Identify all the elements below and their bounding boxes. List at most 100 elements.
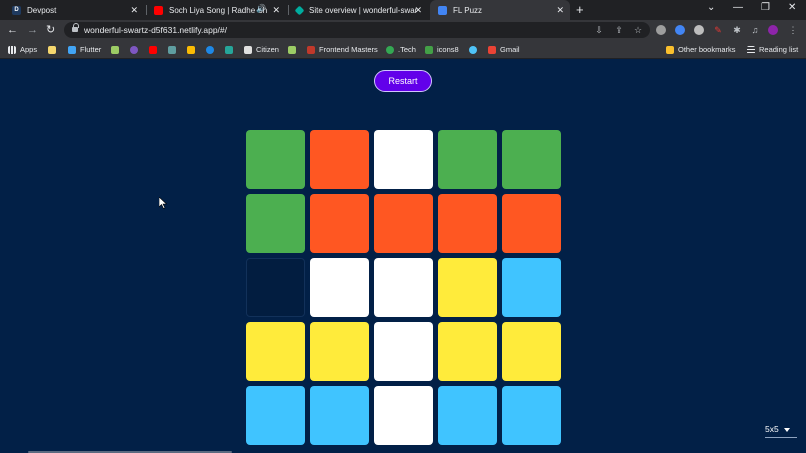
tab-soch-liya[interactable]: Soch Liya Song | Radhe Shyam 🔊 ✕ xyxy=(146,0,286,20)
youtube-icon xyxy=(149,45,157,54)
restart-button[interactable]: Restart xyxy=(374,70,432,92)
bookmark-icon xyxy=(111,45,119,54)
profile-avatar[interactable] xyxy=(768,25,778,35)
empty-tile-slot xyxy=(246,258,305,317)
bookmark-icon xyxy=(48,45,56,54)
puzzle-tile-orange[interactable] xyxy=(310,194,369,253)
bookmark-citizen[interactable]: Citizen xyxy=(244,43,279,56)
flutter-icon xyxy=(68,45,76,54)
bookmark-item[interactable] xyxy=(469,43,481,56)
puzzle-tile-green[interactable] xyxy=(502,130,561,189)
extension-icon[interactable] xyxy=(656,25,666,35)
bookmark-item[interactable] xyxy=(111,43,123,56)
share-icon[interactable]: ⇪ xyxy=(614,25,624,35)
tab-fl-puzz[interactable]: FL Puzz ✕ xyxy=(430,0,570,20)
address-bar[interactable]: wonderful-swartz-d5f631.netlify.app/#/ ⇩… xyxy=(64,22,650,38)
bookmark-item[interactable] xyxy=(288,43,300,56)
bookmark-item[interactable] xyxy=(168,43,180,56)
bookmark-icon xyxy=(469,45,477,54)
url-text[interactable]: wonderful-swartz-d5f631.netlify.app/#/ xyxy=(84,24,227,36)
close-tab-icon[interactable]: ✕ xyxy=(414,4,422,16)
menu-kebab-icon[interactable]: ⋮ xyxy=(788,25,798,35)
bookmark-tech[interactable]: .Tech xyxy=(386,43,416,56)
bookmark-item[interactable] xyxy=(225,43,237,56)
tab-devpost[interactable]: D Devpost ✕ xyxy=(4,0,144,20)
puzzle-tile-blue[interactable] xyxy=(502,386,561,445)
bookmark-youtube[interactable] xyxy=(149,43,161,56)
puzzle-tile-white[interactable] xyxy=(374,258,433,317)
bookmark-label: Other bookmarks xyxy=(678,45,736,54)
bookmark-icons8[interactable]: icons8 xyxy=(425,43,459,56)
close-tab-icon[interactable]: ✕ xyxy=(556,4,564,16)
tech-icon xyxy=(386,45,394,54)
puzzle-tile-green[interactable] xyxy=(246,130,305,189)
close-tab-icon[interactable]: ✕ xyxy=(130,4,138,16)
puzzle-tile-orange[interactable] xyxy=(438,194,497,253)
bookmark-gmail[interactable]: Gmail xyxy=(488,43,520,56)
lock-icon[interactable] xyxy=(72,23,79,33)
bookmark-other[interactable]: Other bookmarks xyxy=(666,43,736,56)
bookmark-icon xyxy=(168,45,176,54)
bookmark-label: Apps xyxy=(20,45,38,54)
back-arrow-icon[interactable]: ← xyxy=(7,23,18,37)
bookmark-label: .Tech xyxy=(398,45,416,54)
close-window-button[interactable]: ✕ xyxy=(788,2,796,13)
tab-site-overview[interactable]: Site overview | wonderful-swartz ✕ xyxy=(288,0,428,20)
puzzle-tile-yellow[interactable] xyxy=(438,322,497,381)
bookmark-label: Gmail xyxy=(500,45,520,54)
extension-icon[interactable]: ✎ xyxy=(713,25,723,35)
media-control-icon[interactable]: ♫ xyxy=(750,25,760,35)
bookmark-item[interactable] xyxy=(187,43,199,56)
forward-arrow-icon[interactable]: → xyxy=(27,23,38,37)
puzzle-tile-yellow[interactable] xyxy=(310,322,369,381)
puzzle-tile-yellow[interactable] xyxy=(246,322,305,381)
puzzle-page: Restart 5x5 xyxy=(0,60,806,453)
tab-search-icon[interactable]: ⌄ xyxy=(707,2,715,13)
bookmark-apps[interactable]: Apps xyxy=(8,43,37,56)
tab-title: FL Puzz xyxy=(453,5,483,15)
bookmark-item[interactable] xyxy=(130,43,142,56)
puzzle-tile-green[interactable] xyxy=(246,194,305,253)
puzzle-tile-white[interactable] xyxy=(310,258,369,317)
puzzle-tile-green[interactable] xyxy=(438,130,497,189)
reload-icon[interactable]: ↻ xyxy=(46,23,55,37)
devpost-favicon-icon: D xyxy=(12,5,21,15)
extension-icon[interactable] xyxy=(694,25,704,35)
icons8-icon xyxy=(425,45,433,54)
bookmark-icon xyxy=(288,45,296,54)
puzzle-tile-yellow[interactable] xyxy=(438,258,497,317)
bookmark-frontend-masters[interactable]: Frontend Masters xyxy=(307,43,378,56)
puzzle-tile-blue[interactable] xyxy=(246,386,305,445)
bookmark-star-icon[interactable]: ☆ xyxy=(633,25,643,35)
bookmark-flutter[interactable]: Flutter xyxy=(68,43,101,56)
audio-playing-icon[interactable]: 🔊 xyxy=(256,4,266,13)
bookmark-icon xyxy=(187,45,195,54)
puzzle-tile-white[interactable] xyxy=(374,322,433,381)
frontend-masters-icon xyxy=(307,45,315,54)
puzzle-extensions-icon[interactable]: ✱ xyxy=(732,25,742,35)
grid-size-dropdown[interactable]: 5x5 xyxy=(765,422,797,436)
puzzle-tile-blue[interactable] xyxy=(502,258,561,317)
restore-button[interactable]: ❐ xyxy=(761,2,770,13)
gmail-icon xyxy=(488,45,496,54)
minimize-button[interactable]: — xyxy=(733,2,743,13)
bookmark-label: Flutter xyxy=(80,45,102,54)
puzzle-tile-white[interactable] xyxy=(374,130,433,189)
new-tab-button[interactable]: + xyxy=(576,2,584,17)
citizen-icon xyxy=(244,45,252,54)
close-tab-icon[interactable]: ✕ xyxy=(272,4,280,16)
puzzle-tile-white[interactable] xyxy=(374,386,433,445)
puzzle-tile-blue[interactable] xyxy=(438,386,497,445)
puzzle-tile-blue[interactable] xyxy=(310,386,369,445)
bookmark-reading-list[interactable]: Reading list xyxy=(747,43,798,56)
puzzle-tile-orange[interactable] xyxy=(374,194,433,253)
bookmark-item[interactable] xyxy=(48,43,60,56)
tab-title: Soch Liya Song | Radhe Shyam xyxy=(169,5,267,15)
bookmark-item[interactable] xyxy=(206,43,218,56)
puzzle-tile-yellow[interactable] xyxy=(502,322,561,381)
puzzle-tile-orange[interactable] xyxy=(310,130,369,189)
puzzle-tile-orange[interactable] xyxy=(502,194,561,253)
grid-size-value: 5x5 xyxy=(765,424,779,434)
install-app-icon[interactable]: ⇩ xyxy=(594,25,604,35)
extension-icon[interactable] xyxy=(675,25,685,35)
